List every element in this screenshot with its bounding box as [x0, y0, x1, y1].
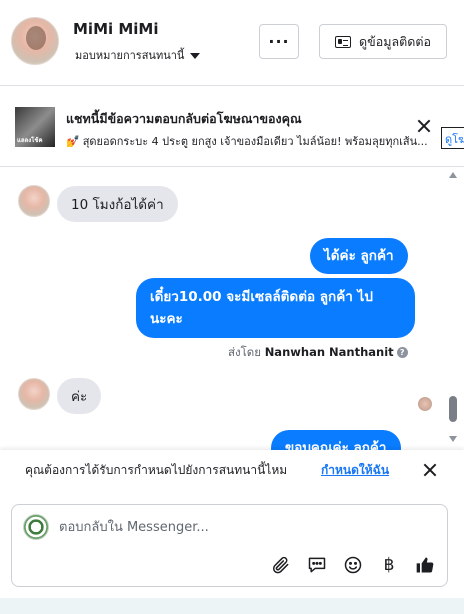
- baht-icon[interactable]: ฿: [378, 554, 400, 576]
- ad-thumbnail[interactable]: แลลงโช้ค: [15, 107, 55, 147]
- message-bubble-incoming[interactable]: ค่ะ: [57, 378, 102, 414]
- sent-by-name: Nanwhan Nanthanit: [264, 345, 394, 359]
- contact-avatar[interactable]: [11, 17, 59, 65]
- nail-polish-icon: 💅: [66, 135, 80, 148]
- message-text: ได้ค่ะ ลูกค้า: [324, 248, 394, 264]
- reply-composer: ฿: [11, 504, 448, 587]
- view-contact-label: ดูข้อมูลติดต่อ: [359, 33, 431, 49]
- ad-banner-title: แชทนี้มีข้อความตอบกลับต่อโฆษณาของคุณ: [66, 111, 302, 126]
- scroll-up-arrow-icon[interactable]: [449, 172, 457, 178]
- sent-by-label: ส่งโดย Nanwhan Nanthanit?: [228, 344, 408, 362]
- thread-scrollbar[interactable]: [446, 168, 460, 450]
- ad-banner-subtitle: 💅 สุดยอดกระบะ 4 ประตู ยกสูง เจ้าของมือเดี…: [66, 132, 438, 150]
- view-contact-button[interactable]: ดูข้อมูลติดต่อ: [319, 24, 447, 59]
- page-avatar: [23, 514, 49, 540]
- baht-glyph: ฿: [383, 555, 395, 575]
- more-button[interactable]: ···: [259, 24, 299, 59]
- message-bubble-outgoing[interactable]: ขอบคุณค่ะ ลูกค้า: [271, 430, 401, 450]
- message-text: 10 โมงก้อได้ค่า: [71, 197, 164, 213]
- message-text: นะคะ: [150, 311, 183, 327]
- caret-down-icon: [190, 52, 201, 59]
- emoji-icon[interactable]: [342, 554, 364, 576]
- assign-prompt-bar: คุณต้องการได้รับการกำหนดไปยังการสนทนานี้…: [0, 450, 464, 492]
- assign-to-me-link[interactable]: กำหนดให้ฉัน: [321, 461, 389, 480]
- message-bubble-incoming[interactable]: 10 โมงก้อได้ค่า: [57, 186, 178, 222]
- scroll-down-arrow-icon[interactable]: [449, 436, 457, 442]
- message-bubble-outgoing[interactable]: ได้ค่ะ ลูกค้า: [310, 238, 408, 274]
- contact-name[interactable]: MiMi MiMi: [73, 20, 159, 38]
- close-icon[interactable]: [423, 463, 437, 477]
- saved-reply-icon[interactable]: [306, 554, 328, 576]
- assign-prompt-text: คุณต้องการได้รับการกำหนดไปยังการสนทนานี้…: [25, 463, 288, 477]
- read-receipt-avatar: [418, 397, 432, 411]
- info-icon[interactable]: ?: [396, 347, 408, 358]
- conversation-header: MiMi MiMi มอบหมายการสนทนานี้ ··· ดูข้อมู…: [0, 0, 464, 86]
- message-text: เดี๋ยว10.00 จะมีเซลล์ติดต่อ ลูกค้า ไป: [150, 289, 373, 305]
- close-icon[interactable]: [417, 119, 431, 133]
- bottom-strip: [0, 598, 464, 614]
- message-text: ขอบคุณค่ะ ลูกค้า: [285, 440, 387, 450]
- ad-thumbnail-label: แลลงโช้ค: [17, 137, 43, 144]
- reply-input[interactable]: [59, 517, 429, 537]
- like-icon[interactable]: [414, 554, 436, 576]
- contact-avatar-small: [18, 185, 50, 217]
- contact-avatar-small: [18, 378, 50, 410]
- scrollbar-thumb[interactable]: [449, 396, 457, 422]
- view-ad-button[interactable]: ดูโฆษณา: [441, 127, 464, 149]
- more-icon: ···: [268, 32, 290, 51]
- message-text: ค่ะ: [71, 389, 88, 405]
- message-bubble-outgoing[interactable]: เดี๋ยว10.00 จะมีเซลล์ติดต่อ ลูกค้า ไป นะ…: [136, 278, 415, 338]
- ad-reply-banner: แลลงโช้ค แชทนี้มีข้อความตอบกลับต่อโฆษณาข…: [0, 87, 464, 167]
- assign-dropdown[interactable]: มอบหมายการสนทนานี้: [75, 46, 201, 64]
- ad-banner-subtitle-text: สุดยอดกระบะ 4 ประตู ยกสูง เจ้าของมือเดีย…: [82, 135, 428, 148]
- attachment-icon[interactable]: [270, 554, 292, 576]
- message-thread: 10 โมงก้อได้ค่า ได้ค่ะ ลูกค้า เดี๋ยว10.0…: [0, 168, 446, 450]
- assign-label: มอบหมายการสนทนานี้: [75, 49, 185, 62]
- contact-card-icon: [335, 35, 352, 48]
- sent-by-prefix: ส่งโดย: [228, 345, 262, 359]
